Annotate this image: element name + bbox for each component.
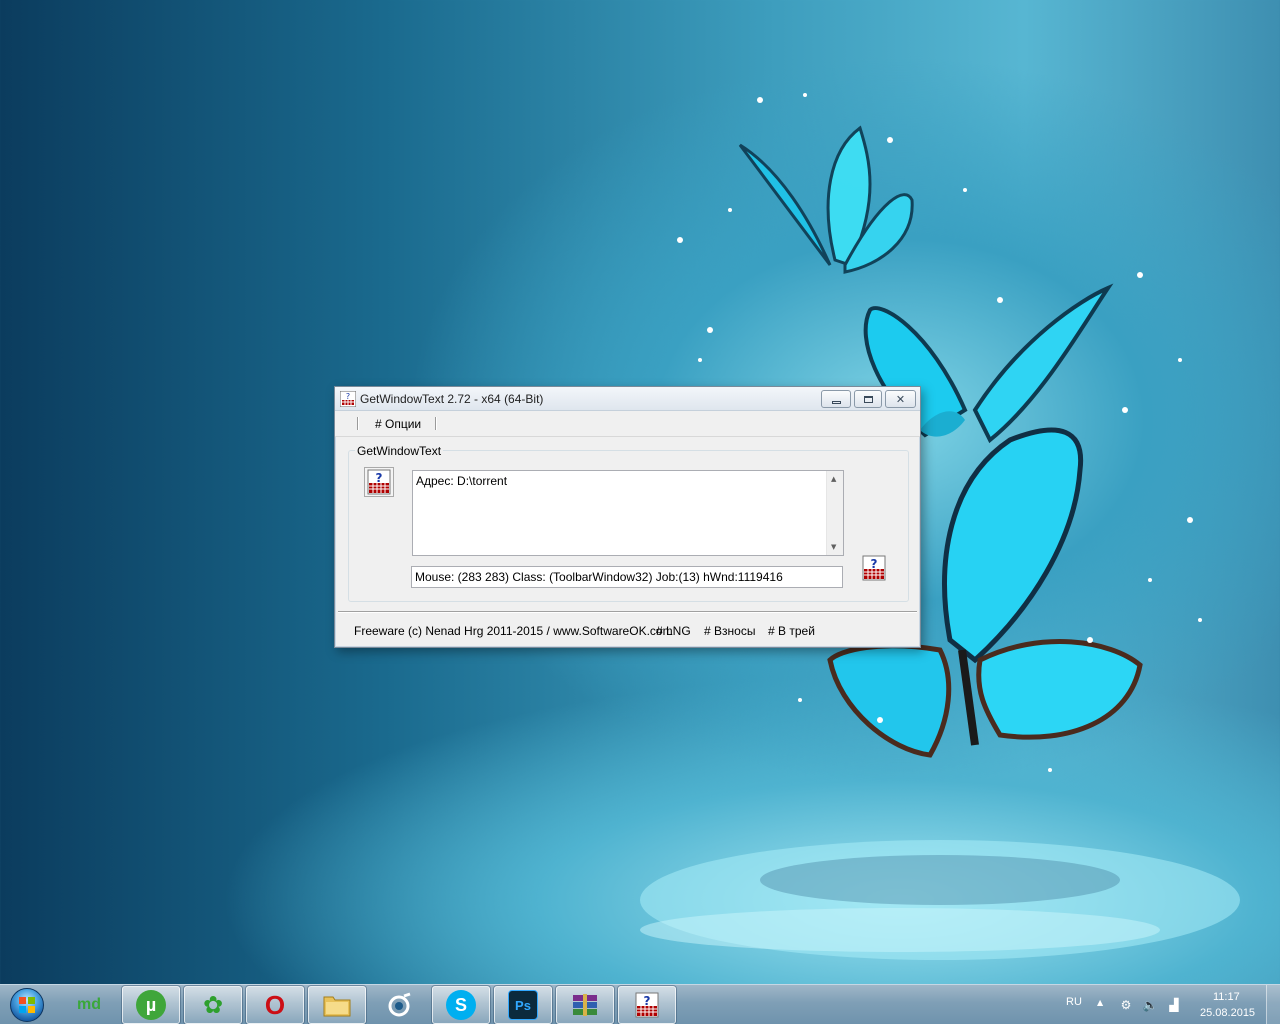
window-title: GetWindowText 2.72 - x64 (64-Bit) bbox=[360, 392, 544, 406]
mouse-info-field[interactable]: Mouse: (283 283) Class: (ToolbarWindow32… bbox=[411, 566, 843, 588]
taskbar-winrar[interactable] bbox=[556, 986, 614, 1024]
taskbar: md µ ✿ O S Ps ? RU ▲ ⚙ 🔈 ▟ 11:17 25.08.2… bbox=[0, 984, 1280, 1024]
photoshop-icon: Ps bbox=[508, 990, 538, 1020]
minimize-icon bbox=[831, 400, 841, 404]
svg-text:?: ? bbox=[871, 557, 878, 571]
show-hidden-icons-icon[interactable]: ▲ bbox=[1097, 998, 1103, 1007]
close-icon: ✕ bbox=[895, 392, 906, 406]
svg-text:?: ? bbox=[346, 392, 350, 401]
volume-icon[interactable]: 🔈 bbox=[1142, 997, 1158, 1013]
window-titlebar[interactable]: ? GetWindowText 2.72 - x64 (64-Bit) ✕ bbox=[335, 387, 920, 411]
finder-icon-small: ? bbox=[862, 555, 886, 581]
to-tray-link[interactable]: # В трей bbox=[768, 624, 815, 638]
opera-icon: O bbox=[264, 989, 286, 1020]
window-text-area[interactable]: Адрес: D:\torrent ▲ ▼ bbox=[412, 470, 844, 556]
taskbar-utorrent[interactable]: µ bbox=[122, 986, 180, 1024]
getwindowtext-window: ? GetWindowText 2.72 - x64 (64-Bit) ✕ # … bbox=[334, 386, 921, 648]
drag-finder-button[interactable]: ? bbox=[364, 467, 394, 497]
taskbar-getwindowtext[interactable]: ? bbox=[618, 986, 676, 1024]
taskbar-opera[interactable]: O bbox=[246, 986, 304, 1024]
icq-flower-icon: ✿ bbox=[202, 991, 224, 1019]
network-tray-icon[interactable]: ⚙ bbox=[1118, 997, 1134, 1013]
skype-icon: S bbox=[446, 990, 476, 1020]
window-text-content: Адрес: D:\torrent bbox=[416, 474, 508, 488]
folder-icon bbox=[322, 990, 352, 1020]
copy-finder-button[interactable]: ? bbox=[859, 553, 889, 583]
mydefrag-icon: md bbox=[77, 996, 101, 1013]
menu-separator bbox=[435, 417, 437, 430]
eye-icon bbox=[384, 990, 414, 1020]
svg-text:?: ? bbox=[376, 471, 383, 485]
signal-icon[interactable]: ▟ bbox=[1166, 997, 1182, 1013]
clock-time[interactable]: 11:17 bbox=[1213, 991, 1240, 1003]
taskbar-photoshop[interactable]: Ps bbox=[494, 986, 552, 1024]
finder-icon: ? bbox=[367, 469, 391, 495]
start-button[interactable] bbox=[4, 986, 50, 1024]
svg-text:?: ? bbox=[644, 994, 651, 1008]
scroll-down-icon[interactable]: ▼ bbox=[831, 543, 836, 551]
language-indicator[interactable]: RU bbox=[1066, 996, 1082, 1008]
taskbar-icq[interactable]: ✿ bbox=[184, 986, 242, 1024]
minimize-button[interactable] bbox=[821, 390, 851, 408]
app-icon: ? bbox=[340, 391, 356, 407]
clock-date[interactable]: 25.08.2015 bbox=[1200, 1007, 1255, 1019]
toolbar-menu: # Опции bbox=[335, 411, 920, 437]
group-label: GetWindowText bbox=[355, 444, 444, 458]
taskbar-app-eye[interactable] bbox=[370, 986, 428, 1024]
menu-options[interactable]: # Опции bbox=[375, 417, 421, 431]
menu-separator bbox=[357, 417, 359, 430]
show-desktop-button[interactable] bbox=[1266, 985, 1280, 1024]
winrar-books-icon bbox=[570, 990, 600, 1020]
maximize-icon bbox=[863, 395, 873, 403]
windows-logo-icon bbox=[10, 988, 44, 1022]
textarea-scrollbar[interactable]: ▲ ▼ bbox=[826, 471, 843, 555]
language-link[interactable]: # LNG bbox=[656, 624, 691, 638]
mouse-info-text: Mouse: (283 283) Class: (ToolbarWindow32… bbox=[415, 570, 783, 584]
scroll-up-icon[interactable]: ▲ bbox=[831, 475, 836, 483]
utorrent-icon: µ bbox=[136, 990, 166, 1020]
copyright-link[interactable]: Freeware (c) Nenad Hrg 2011-2015 / www.S… bbox=[354, 624, 673, 638]
footer-divider bbox=[338, 611, 917, 613]
donate-link[interactable]: # Взносы bbox=[704, 624, 755, 638]
taskbar-mydefrag[interactable]: md bbox=[60, 986, 118, 1024]
maximize-button[interactable] bbox=[854, 390, 882, 408]
close-button[interactable]: ✕ bbox=[885, 390, 916, 408]
taskbar-explorer[interactable] bbox=[308, 986, 366, 1024]
getwindowtext-icon: ? bbox=[632, 990, 662, 1020]
taskbar-skype[interactable]: S bbox=[432, 986, 490, 1024]
